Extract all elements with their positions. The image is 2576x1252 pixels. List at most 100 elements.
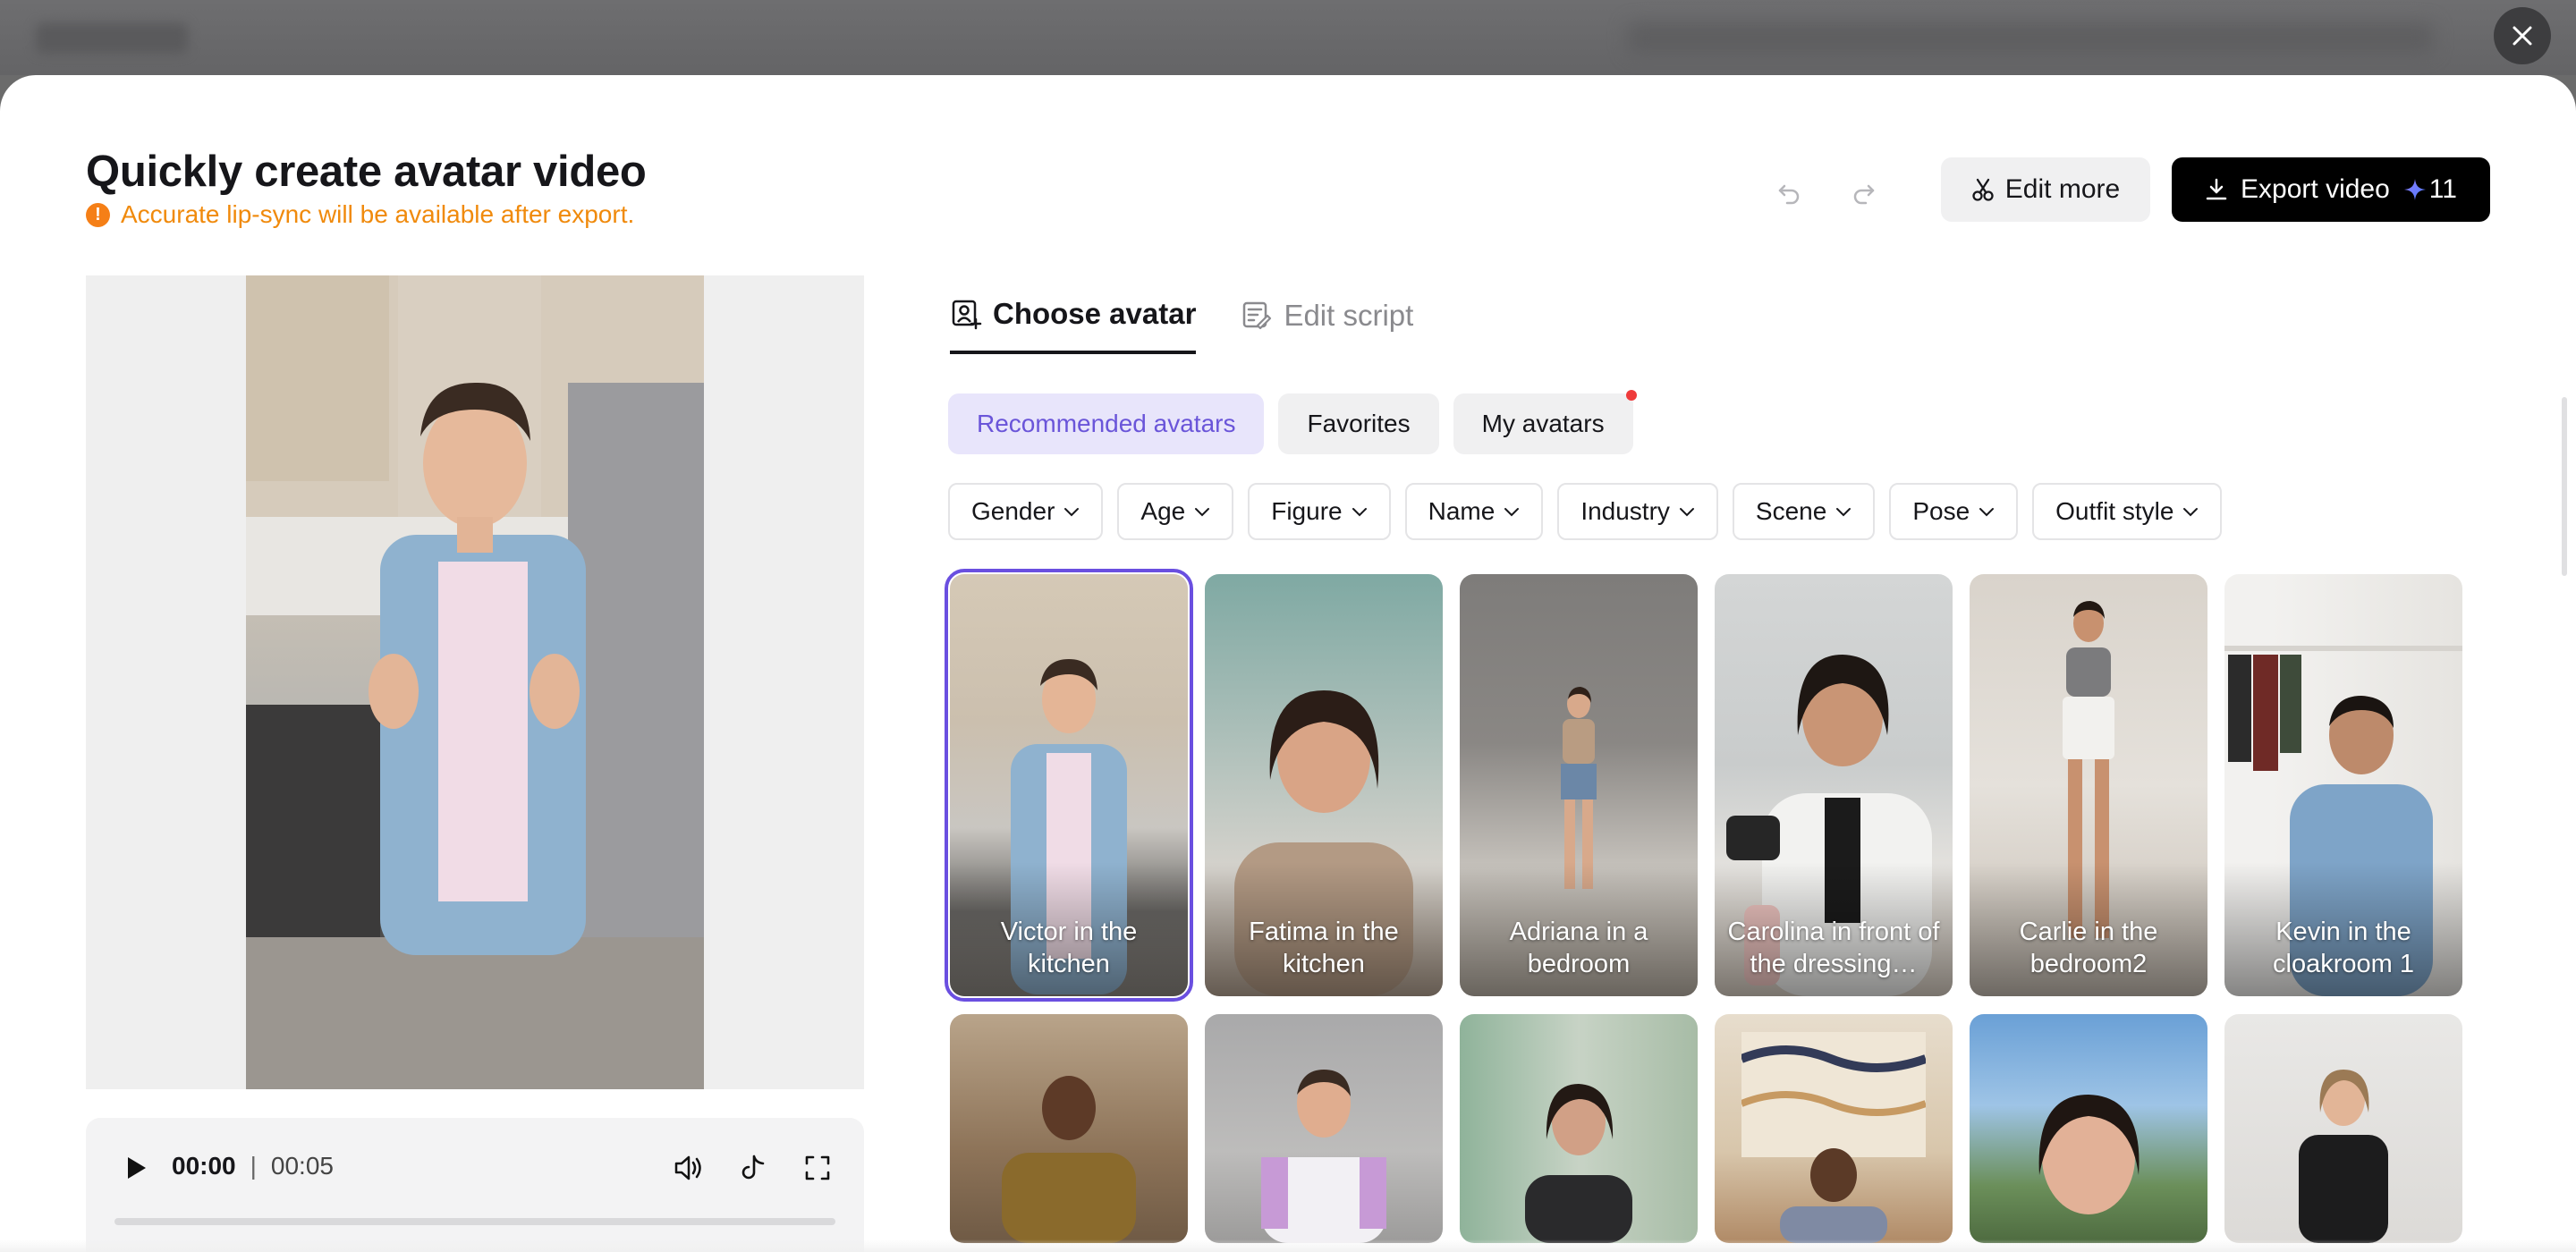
chevron-down-icon	[1504, 508, 1520, 517]
avatar-preview-image	[246, 275, 704, 1089]
edit-more-button[interactable]: Edit more	[1941, 157, 2150, 222]
redo-button[interactable]	[1844, 172, 1884, 211]
panel-tabs: Choose avatar Edit script	[950, 297, 1413, 354]
current-time: 00:00	[172, 1152, 236, 1180]
video-controls: 00:00 | 00:05	[86, 1118, 864, 1252]
blurred-logo	[36, 23, 188, 54]
pill-label: Favorites	[1307, 410, 1411, 437]
tab-choose-avatar-label: Choose avatar	[993, 297, 1197, 330]
avatar-figure	[1002, 1076, 1136, 1243]
filter-gender[interactable]: Gender	[948, 483, 1104, 540]
chevron-down-icon	[1195, 508, 1210, 517]
filter-label: Name	[1428, 497, 1496, 525]
filter-outfit-style[interactable]: Outfit style	[2032, 483, 2223, 540]
avatar-source-pills: Recommended avatars Favorites My avatars	[948, 390, 1637, 454]
avatar-card[interactable]: Carlie in the bedroom2	[1970, 574, 2207, 996]
filter-label: Pose	[1912, 497, 1970, 525]
undo-button[interactable]	[1769, 172, 1809, 211]
filter-label: Gender	[971, 497, 1055, 525]
filter-label: Figure	[1271, 497, 1343, 525]
undo-icon	[1778, 184, 1800, 205]
fullscreen-button[interactable]	[798, 1148, 837, 1188]
filter-industry[interactable]: Industry	[1557, 483, 1718, 540]
filter-name[interactable]: Name	[1404, 483, 1544, 540]
avatar-grid: Victor in the kitchen Fatima in the kitc…	[945, 569, 2462, 1002]
pill-my-avatars[interactable]: My avatars	[1453, 390, 1637, 454]
avatar-card[interactable]: Fatima in the kitchen	[1205, 574, 1443, 996]
notice-text: Accurate lip-sync will be available afte…	[121, 200, 635, 228]
script-edit-icon	[1243, 301, 1272, 330]
scrollbar[interactable]	[2562, 397, 2567, 576]
avatar-portrait-icon	[952, 300, 982, 330]
redo-icon	[1853, 184, 1875, 205]
avatar-card[interactable]	[950, 1014, 1188, 1243]
filter-label: Age	[1140, 497, 1186, 525]
avatar-card[interactable]: Victor in the kitchen	[945, 569, 1193, 1002]
avatar-figure	[2299, 1070, 2388, 1243]
download-icon	[2206, 178, 2227, 200]
warning-icon: !	[86, 202, 110, 227]
credits-badge: 11	[2402, 174, 2457, 205]
close-button[interactable]	[2494, 7, 2551, 64]
avatar-name: Kevin in the cloakroom 1	[2273, 918, 2414, 978]
avatar-grid-row-2	[950, 1014, 2462, 1243]
scissors-icon	[1972, 178, 1994, 201]
avatar-video-modal: Quickly create avatar video ! Accurate l…	[0, 75, 2576, 1252]
filter-bar: Gender Age Figure Name Industry Scene Po…	[948, 483, 2223, 540]
progress-bar[interactable]	[114, 1218, 835, 1225]
filter-pose[interactable]: Pose	[1889, 483, 2019, 540]
time-display: 00:00 | 00:05	[172, 1152, 334, 1180]
avatar-card[interactable]: Adriana in a bedroom	[1460, 574, 1698, 996]
credits-count: 11	[2428, 174, 2457, 204]
chevron-down-icon	[1836, 508, 1852, 517]
preview-illustration	[246, 275, 704, 1089]
volume-icon	[674, 1155, 701, 1180]
filter-age[interactable]: Age	[1117, 483, 1234, 540]
avatar-card[interactable]	[2224, 1014, 2462, 1243]
filter-label: Outfit style	[2055, 497, 2174, 525]
avatar-figure	[2038, 1095, 2140, 1214]
pill-label: Recommended avatars	[977, 410, 1236, 437]
filter-figure[interactable]: Figure	[1248, 483, 1391, 540]
avatar-name: Victor in the kitchen	[1000, 918, 1138, 978]
filter-label: Industry	[1580, 497, 1670, 525]
volume-button[interactable]	[669, 1148, 708, 1188]
avatar-card[interactable]	[1715, 1014, 1953, 1243]
avatar-name: Fatima in the kitchen	[1249, 918, 1399, 978]
video-preview[interactable]	[86, 275, 864, 1089]
chevron-down-icon	[1979, 508, 1995, 517]
duration: 00:05	[270, 1152, 334, 1180]
avatar-card[interactable]: Carolina in front of the dressing…	[1715, 574, 1953, 996]
tiktok-icon	[741, 1155, 765, 1180]
tiktok-button[interactable]	[733, 1148, 773, 1188]
avatar-card[interactable]: Kevin in the cloakroom 1	[2224, 574, 2462, 996]
chevron-down-icon	[1064, 508, 1080, 517]
export-video-button[interactable]: Export video 11	[2172, 157, 2490, 222]
background-app-header	[0, 0, 2576, 75]
tab-edit-script-label: Edit script	[1284, 299, 1414, 332]
pill-label: My avatars	[1481, 410, 1605, 437]
export-video-label: Export video	[2241, 174, 2390, 204]
bottom-fade	[0, 1239, 2576, 1252]
chevron-down-icon	[1679, 508, 1694, 517]
avatar-card[interactable]	[1205, 1014, 1443, 1243]
avatar-card[interactable]	[1970, 1014, 2207, 1243]
avatar-card[interactable]	[1460, 1014, 1698, 1243]
play-icon	[128, 1157, 146, 1179]
page-title: Quickly create avatar video	[86, 148, 647, 196]
avatar-figure	[1525, 1084, 1632, 1243]
filter-label: Scene	[1755, 497, 1827, 525]
sparkle-icon	[2403, 179, 2426, 200]
avatar-name: Adriana in a bedroom	[1509, 918, 1648, 978]
lipsync-notice: ! Accurate lip-sync will be available af…	[86, 200, 634, 229]
filter-scene[interactable]: Scene	[1732, 483, 1876, 540]
fullscreen-icon	[805, 1155, 830, 1180]
tab-choose-avatar[interactable]: Choose avatar	[950, 297, 1197, 354]
tab-edit-script[interactable]: Edit script	[1241, 297, 1413, 354]
pill-favorites[interactable]: Favorites	[1278, 393, 1439, 454]
pill-recommended-avatars[interactable]: Recommended avatars	[948, 393, 1265, 454]
play-button[interactable]	[116, 1148, 156, 1188]
chevron-down-icon	[1352, 508, 1367, 517]
avatar-figure	[1261, 1070, 1386, 1243]
edit-more-label: Edit more	[2004, 174, 2121, 204]
